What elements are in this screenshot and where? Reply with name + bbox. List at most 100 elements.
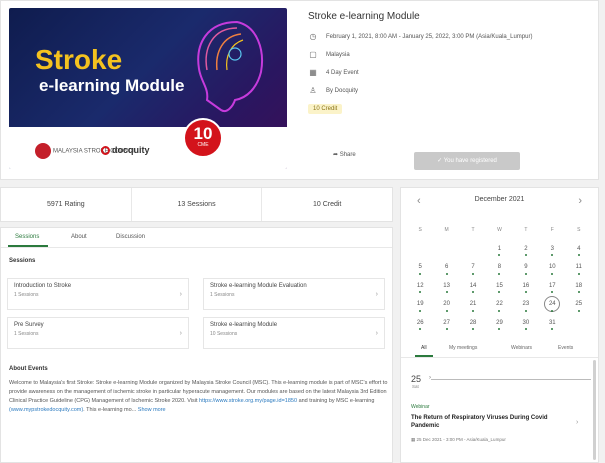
day-number: 25 [575, 301, 583, 307]
agenda-divider [431, 379, 591, 380]
session-card[interactable]: Stroke e-learning Module 10 Sessions › [203, 317, 385, 349]
calendar-day[interactable]: 17 [539, 277, 565, 296]
day-number: 13 [443, 282, 450, 289]
share-icon: ➦ [333, 152, 340, 158]
arrow-right-icon: › [429, 375, 431, 381]
event-dot [551, 272, 554, 275]
about-link[interactable]: (www.mypstrokedocquity.com) [9, 407, 83, 413]
calendar-week-row: 26 27 28 29 30 31 [407, 314, 592, 333]
tab-about[interactable]: About [71, 234, 87, 240]
calendar-day[interactable]: 1 [486, 240, 512, 259]
calendar-day[interactable]: 24 [539, 295, 565, 314]
event-dot [472, 328, 475, 330]
session-card[interactable]: Pre Survey 1 Sessions › [7, 317, 189, 349]
about-link[interactable]: https://www.stroke.org.my/page.id=1850 [199, 398, 297, 404]
tab-sessions[interactable]: Sessions [15, 234, 39, 240]
filter-tab-events[interactable]: Events [558, 345, 573, 351]
calendar-day[interactable]: 16 [513, 277, 539, 296]
event-dot [577, 309, 580, 312]
weekday-label: W [497, 227, 502, 233]
calendar-day[interactable]: 20 [433, 295, 459, 314]
weekday-label: M [444, 227, 449, 233]
event-organizer-row: ♙ By Docquity [309, 85, 359, 95]
weekday-label: S [577, 227, 581, 233]
calendar-day[interactable]: 5 [407, 258, 433, 277]
calendar-day[interactable]: 7 [460, 258, 486, 277]
calendar-day[interactable]: 13 [433, 277, 459, 296]
calendar-week-row: 19 20 21 22 23 24 25 [407, 295, 592, 314]
agenda-event-title[interactable]: The Return of Respiratory Viruses During… [411, 414, 561, 430]
event-dot [472, 272, 475, 275]
org-logo-icon [35, 143, 51, 159]
calendar-day[interactable]: 15 [486, 277, 512, 296]
calendar-day[interactable]: 22 [486, 295, 512, 314]
day-number: 28 [469, 319, 477, 326]
calendar-day[interactable]: 3 [539, 240, 565, 259]
calendar-day[interactable]: 25 [566, 295, 592, 314]
day-number: 31 [548, 319, 556, 326]
event-banner-image: Stroke e-learning Module MALAYSIA STROKE… [9, 8, 287, 169]
user-icon: ♙ [309, 85, 317, 95]
credits-stat: 10 Credit [312, 201, 342, 208]
event-dot [524, 309, 527, 312]
calendar-day[interactable]: 14 [460, 277, 486, 296]
location-icon: ▢ [309, 49, 317, 59]
event-dot [524, 328, 527, 330]
filter-tab-webinars[interactable]: Webinars [511, 345, 532, 351]
day-number: 30 [522, 319, 530, 326]
calendar-day[interactable]: 28 [460, 314, 486, 333]
share-button[interactable]: ➦ Share [333, 151, 356, 158]
day-number: 19 [416, 301, 424, 307]
calendar-day[interactable]: 30 [513, 314, 539, 333]
tab-discussion[interactable]: Discussion [116, 234, 145, 240]
calendar-day[interactable]: 21 [460, 295, 486, 314]
about-heading: About Events [9, 366, 48, 372]
day-number: 27 [443, 319, 450, 326]
detail-tabs: Sessions About Discussion [1, 228, 392, 248]
registered-button[interactable]: ✓ You have registered [414, 152, 520, 170]
calendar-day[interactable]: 4 [566, 240, 592, 259]
chevron-right-icon: › [375, 291, 378, 298]
day-number: 9 [524, 264, 528, 270]
day-number: 21 [469, 301, 477, 307]
calendar-day[interactable]: 23 [513, 295, 539, 314]
day-number: 7 [471, 264, 475, 270]
calendar-day[interactable]: 26 [407, 314, 433, 333]
calendar-day [460, 240, 486, 259]
calendar-day[interactable]: 31 [539, 314, 565, 333]
calendar-header: ‹ December 2021 › [401, 195, 598, 208]
calendar-day[interactable]: 18 [566, 277, 592, 296]
filter-tab-my-meetings[interactable]: My meetings [449, 345, 477, 351]
filter-tab-all[interactable]: All [421, 345, 427, 351]
check-icon: ✓ [437, 158, 444, 164]
session-card[interactable]: Introduction to Stroke 1 Sessions › [7, 278, 189, 310]
day-number: 2 [524, 245, 528, 252]
calendar-day[interactable]: 12 [407, 277, 433, 296]
show-more-link[interactable]: Show more [138, 407, 166, 413]
session-card[interactable]: Stroke e-learning Module Evaluation 1 Se… [203, 278, 385, 310]
calendar-day[interactable]: 6 [433, 258, 459, 277]
docquity-icon [101, 146, 110, 155]
partner-logo: docquity [101, 145, 150, 155]
agenda-scrollbar[interactable] [593, 360, 596, 460]
calendar-day[interactable]: 10 [539, 258, 565, 277]
chevron-right-icon[interactable]: › [578, 195, 582, 207]
event-details: Sessions About Discussion Sessions Intro… [0, 227, 393, 463]
calendar-day[interactable]: 2 [513, 240, 539, 259]
calendar-day[interactable]: 9 [513, 258, 539, 277]
day-number: 12 [416, 282, 424, 289]
chevron-right-icon: › [179, 291, 182, 298]
calendar-day[interactable]: 27 [433, 314, 459, 333]
day-number: 29 [496, 319, 503, 326]
banner-subtitle: e-learning Module [39, 76, 185, 95]
event-dot [524, 254, 527, 256]
calendar-filter-tabs: All My meetings Webinars Events [401, 344, 598, 358]
weekday-label: T [524, 227, 528, 233]
chevron-right-icon: › [179, 330, 182, 337]
calendar-day[interactable]: 29 [486, 314, 512, 333]
chevron-right-icon[interactable]: › [576, 419, 578, 426]
calendar-day[interactable]: 19 [407, 295, 433, 314]
weekday-label: S [418, 227, 422, 233]
calendar-day[interactable]: 8 [486, 258, 512, 277]
calendar-day[interactable]: 11 [566, 258, 592, 277]
